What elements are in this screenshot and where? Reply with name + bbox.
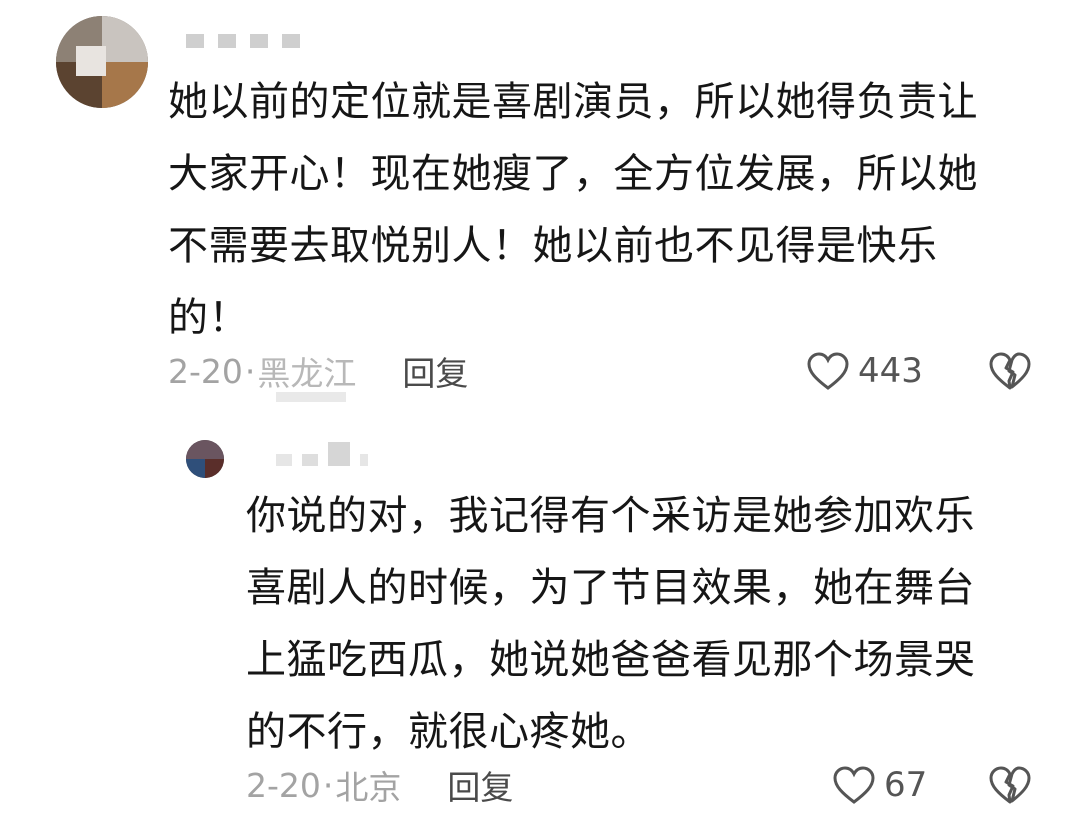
comment-meta: 2-20 · 黑龙江 回复 bbox=[168, 346, 468, 396]
comment-location: 黑龙江 bbox=[257, 354, 357, 393]
reply-meta: 2-20 · 北京 回复 bbox=[246, 760, 513, 810]
username-redacted[interactable] bbox=[186, 34, 300, 48]
avatar[interactable] bbox=[186, 440, 224, 478]
username-redacted[interactable] bbox=[276, 442, 368, 466]
like-count: 443 bbox=[858, 351, 923, 391]
reply-button[interactable]: 回复 bbox=[402, 347, 468, 395]
like-count: 67 bbox=[884, 765, 928, 805]
like-button[interactable]: 67 bbox=[832, 760, 927, 810]
dislike-button[interactable] bbox=[988, 760, 1032, 810]
reply-button[interactable]: 回复 bbox=[447, 761, 513, 809]
heart-outline-icon bbox=[833, 766, 875, 804]
reply-location: 北京 bbox=[335, 768, 402, 807]
dislike-button[interactable] bbox=[988, 346, 1032, 396]
reply-text: 你说的对，我记得有个采访是她参加欢乐 喜剧人的时候，为了节目效果，她在舞台 上猛… bbox=[246, 493, 975, 755]
redaction-block bbox=[276, 392, 346, 402]
broken-heart-icon bbox=[989, 352, 1031, 390]
comment-item: 她以前的定位就是喜剧演员，所以她得负责让 大家开心！现在她瘦了，全方位发展，所以… bbox=[0, 0, 1080, 420]
like-button[interactable]: 443 bbox=[806, 346, 923, 396]
avatar[interactable] bbox=[56, 16, 148, 108]
meta-dot: · bbox=[322, 765, 334, 805]
broken-heart-icon bbox=[989, 766, 1031, 804]
comment-text: 她以前的定位就是喜剧演员，所以她得负责让 大家开心！现在她瘦了，全方位发展，所以… bbox=[168, 79, 978, 341]
heart-outline-icon bbox=[807, 352, 849, 390]
reply-item: 你说的对，我记得有个采访是她参加欢乐 喜剧人的时候，为了节目效果，她在舞台 上猛… bbox=[0, 420, 1080, 827]
meta-dot: · bbox=[244, 351, 256, 391]
reply-date: 2-20 bbox=[246, 765, 321, 805]
comment-date: 2-20 bbox=[168, 351, 243, 391]
